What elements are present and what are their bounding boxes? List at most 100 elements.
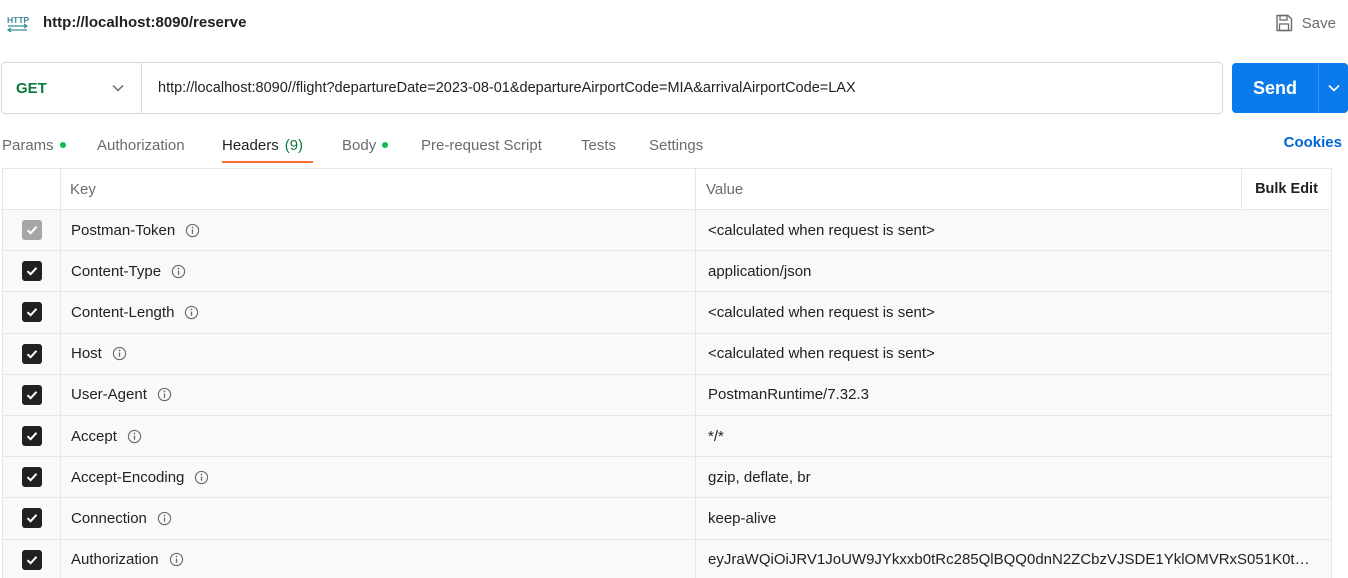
headers-count-badge: (9) <box>284 136 304 154</box>
table-header: Key Value Bulk Edit <box>2 168 1332 210</box>
header-key-cell[interactable]: Accept-Encoding <box>61 457 696 498</box>
request-name[interactable]: http://localhost:8090/reserve <box>43 14 246 31</box>
header-value-cell[interactable]: <calculated when request is sent> <box>696 292 1332 332</box>
header-key-cell[interactable]: Authorization <box>61 539 696 578</box>
send-options-button[interactable] <box>1319 63 1348 113</box>
header-value-cell[interactable]: eyJraWQiOiJRV1JoUW9JYkxxb0tRc285QlBQQ0dn… <box>696 540 1332 578</box>
checkmark-icon <box>26 514 37 524</box>
header-value: <calculated when request is sent> <box>708 221 935 239</box>
tab-authorization-label: Authorization <box>97 136 185 154</box>
header-value-cell[interactable]: gzip, deflate, br <box>696 457 1332 497</box>
row-checkbox[interactable] <box>21 467 42 488</box>
tab-tests-label: Tests <box>581 136 617 154</box>
info-icon[interactable] <box>184 305 199 320</box>
info-icon[interactable] <box>127 429 142 444</box>
header-value-cell[interactable]: keep-alive <box>696 498 1332 538</box>
save-button[interactable]: Save <box>1274 11 1336 35</box>
status-dot <box>382 142 389 148</box>
info-icon[interactable] <box>157 387 172 402</box>
row-checkbox-cell <box>3 498 61 539</box>
tab-settings-label: Settings <box>649 136 704 154</box>
tab-headers[interactable]: Headers (9) <box>222 134 303 156</box>
row-checkbox[interactable] <box>21 343 42 364</box>
checkmark-icon <box>26 267 37 276</box>
tab-settings[interactable]: Settings <box>649 134 703 156</box>
status-dot <box>59 142 66 148</box>
row-checkbox-cell <box>3 374 61 415</box>
header-key-cell[interactable]: Accept <box>61 415 696 457</box>
header-key: Postman-Token <box>71 221 176 239</box>
row-checkbox[interactable] <box>21 261 42 282</box>
header-value: gzip, deflate, br <box>708 468 811 486</box>
row-checkbox-cell <box>3 539 61 578</box>
method-select[interactable]: GET <box>2 63 142 113</box>
header-value: eyJraWQiOiJRV1JoUW9JYkxxb0tRc285QlBQQ0dn… <box>708 551 1310 569</box>
header-key-cell[interactable]: User-Agent <box>61 374 696 415</box>
tab-body[interactable]: Body <box>342 134 389 156</box>
bulk-edit-button[interactable]: Bulk Edit <box>1242 169 1331 209</box>
tab-prerequest-label: Pre-request Script <box>421 136 542 154</box>
cookies-link[interactable]: Cookies <box>1284 134 1342 151</box>
table-row: Host <calculated when request is sent> <box>2 333 1332 375</box>
checkmark-icon <box>26 226 37 235</box>
header-key-cell[interactable]: Content-Type <box>61 251 696 292</box>
row-checkbox[interactable] <box>21 426 42 447</box>
row-checkbox-cell <box>3 210 61 251</box>
checkmark-icon <box>26 390 37 400</box>
info-icon[interactable] <box>194 470 209 485</box>
chevron-down-icon <box>112 84 124 92</box>
send-button-group: Send <box>1232 63 1348 113</box>
tab-params[interactable]: Params <box>2 134 66 156</box>
header-value-cell[interactable]: <calculated when request is sent> <box>696 210 1332 250</box>
row-checkbox[interactable] <box>21 384 42 405</box>
save-icon <box>1276 14 1292 32</box>
column-header-key: Key <box>61 169 696 209</box>
info-icon[interactable] <box>169 552 184 567</box>
info-icon[interactable] <box>171 264 186 279</box>
table-row: Accept */* <box>2 415 1332 458</box>
header-key-cell[interactable]: Host <box>61 333 696 374</box>
header-value-cell[interactable]: PostmanRuntime/7.32.3 <box>696 375 1332 415</box>
method-label: GET <box>16 79 47 97</box>
checkmark-icon <box>26 308 37 318</box>
row-checkbox-cell <box>3 457 61 498</box>
info-icon[interactable] <box>112 346 127 361</box>
row-checkbox <box>21 220 42 241</box>
tab-headers-label: Headers <box>222 136 279 154</box>
row-checkbox[interactable] <box>21 302 42 323</box>
info-icon[interactable] <box>185 223 200 238</box>
request-title-bar: HTTP http://localhost:8090/reserve Save <box>0 0 1348 46</box>
row-checkbox[interactable] <box>21 549 42 570</box>
send-button[interactable]: Send <box>1232 63 1318 113</box>
header-key: Accept-Encoding <box>71 468 185 486</box>
header-key: User-Agent <box>71 386 147 404</box>
header-key: Authorization <box>71 551 159 569</box>
table-row: Accept-Encoding gzip, deflate, br <box>2 457 1332 499</box>
header-key: Host <box>71 345 102 363</box>
tab-tests[interactable]: Tests <box>581 134 616 156</box>
header-value: <calculated when request is sent> <box>708 303 935 321</box>
header-value: */* <box>708 427 724 445</box>
row-checkbox-cell <box>3 251 61 292</box>
active-tab-indicator <box>222 161 313 163</box>
table-row: Authorization eyJraWQiOiJRV1JoUW9JYkxxb0… <box>2 539 1332 578</box>
header-value-cell[interactable]: application/json <box>696 251 1332 291</box>
tab-params-label: Params <box>2 136 54 154</box>
header-value-cell[interactable]: <calculated when request is sent> <box>696 334 1332 374</box>
tab-body-label: Body <box>342 136 377 154</box>
url-input[interactable] <box>142 63 1222 113</box>
tab-prerequest-script[interactable]: Pre-request Script <box>421 134 542 156</box>
row-checkbox-cell <box>3 333 61 374</box>
header-key-cell[interactable]: Connection <box>61 498 696 539</box>
row-checkbox[interactable] <box>21 508 42 529</box>
checkmark-icon <box>26 432 37 441</box>
headers-table: Key Value Bulk Edit Postman-Token <calcu… <box>2 168 1332 578</box>
header-key-cell[interactable]: Postman-Token <box>61 210 696 251</box>
svg-text:HTTP: HTTP <box>7 15 30 25</box>
table-row: Postman-Token <calculated when request i… <box>2 210 1332 252</box>
tab-authorization[interactable]: Authorization <box>97 134 185 156</box>
header-value-cell[interactable]: */* <box>696 416 1332 456</box>
http-icon: HTTP <box>6 12 30 34</box>
header-key-cell[interactable]: Content-Length <box>61 292 696 333</box>
info-icon[interactable] <box>157 511 172 526</box>
